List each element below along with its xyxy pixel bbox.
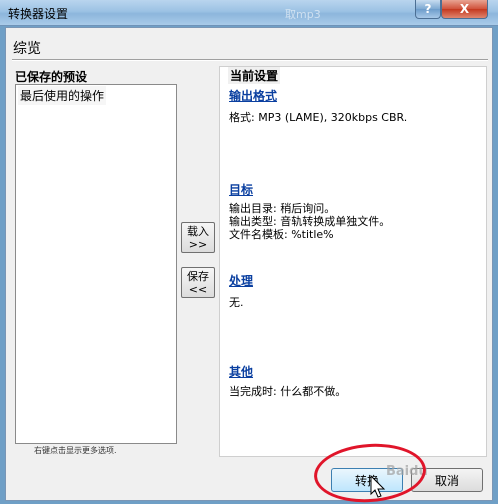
processing-desc: 无.: [229, 296, 244, 309]
overview-title: 综览: [13, 41, 41, 57]
output-format-link[interactable]: 输出格式: [229, 87, 277, 104]
saved-presets-label: 已保存的预设: [15, 70, 88, 84]
window-title: 转换器设置: [8, 7, 69, 21]
save-label: 保存: [187, 269, 209, 283]
current-settings-panel: 当前设置 输出格式 格式: MP3 (LAME), 320kbps CBR. 目…: [219, 66, 487, 457]
load-arrow: >>: [188, 237, 208, 251]
close-icon: X: [459, 2, 470, 16]
load-label: 载入: [187, 224, 209, 238]
help-icon: ?: [424, 2, 432, 16]
close-button[interactable]: X: [441, 0, 488, 19]
preset-hint: 右键点击显示更多选项.: [34, 446, 117, 455]
save-arrow: <<: [188, 282, 208, 296]
current-settings-title: 当前设置: [228, 67, 281, 84]
target-filename-template: 文件名模板: %title%: [229, 228, 334, 241]
other-link[interactable]: 其他: [229, 363, 253, 380]
title-bar: 转换器设置 取mp3 ? X: [0, 0, 498, 26]
other-desc: 当完成时: 什么都不做。: [229, 385, 347, 398]
target-link[interactable]: 目标: [229, 181, 253, 198]
background-ghost-text: 取mp3: [285, 8, 321, 21]
mouse-cursor-icon: [370, 475, 386, 498]
help-button[interactable]: ?: [415, 0, 441, 19]
list-item-last-used[interactable]: 最后使用的操作: [18, 86, 107, 105]
save-preset-button[interactable]: 保存 <<: [181, 267, 215, 298]
converter-settings-dialog: 综览 已保存的预设 最后使用的操作 右键点击显示更多选项. 载入 >> 保存 <…: [5, 27, 493, 504]
divider: [12, 59, 488, 61]
load-preset-button[interactable]: 载入 >>: [181, 222, 215, 253]
output-format-desc: 格式: MP3 (LAME), 320kbps CBR.: [229, 111, 408, 124]
target-output-type: 输出类型: 音轨转换成单独文件。: [229, 215, 391, 228]
target-output-dir: 输出目录: 稍后询问。: [229, 202, 336, 215]
processing-link[interactable]: 处理: [229, 272, 253, 289]
preset-list[interactable]: 最后使用的操作: [15, 84, 177, 444]
cancel-label: 取消: [434, 473, 459, 488]
